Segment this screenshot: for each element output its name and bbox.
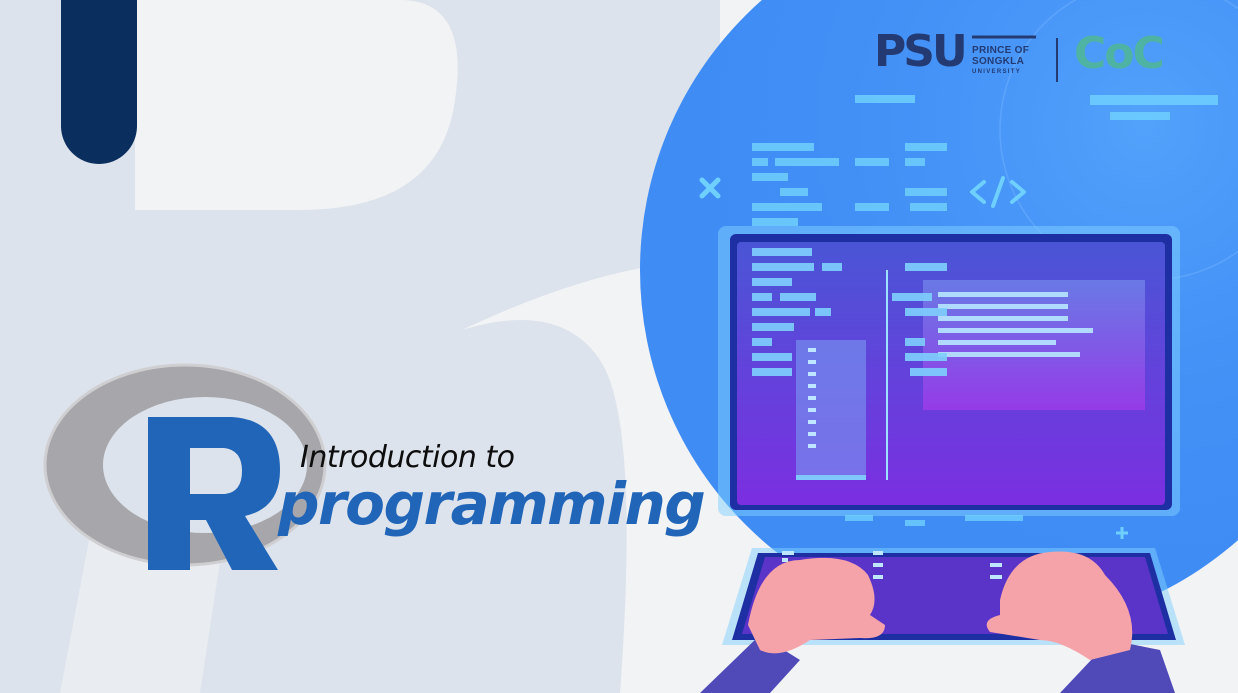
psu-name-line2: SONGKLA [972, 56, 1025, 67]
laptop-illustration [700, 226, 1185, 693]
psu-name-line1: PRINCE OF [972, 45, 1030, 56]
psu-logo: PSU [874, 26, 968, 77]
psu-university-name: PRINCE OF SONGKLA UNIVERSITY [972, 45, 1029, 78]
psu-name-line3: UNIVERSITY [972, 69, 1022, 75]
title-programming: programming [278, 470, 706, 538]
navy-bar [61, 0, 137, 164]
coc-logo: CoC [1074, 28, 1165, 79]
background [0, 0, 1238, 693]
